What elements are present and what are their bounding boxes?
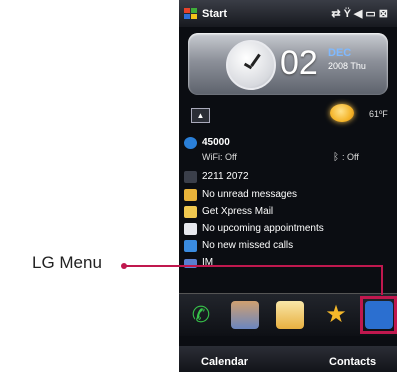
list-item[interactable]: 2211 2072 bbox=[179, 170, 397, 186]
list-item[interactable]: No upcoming appointments bbox=[179, 222, 397, 238]
start-label[interactable]: Start bbox=[202, 8, 227, 20]
list-item[interactable]: WiFi: Off ᛒ : Off bbox=[179, 151, 397, 167]
message-icon bbox=[184, 189, 197, 201]
phone-icon[interactable]: ✆ bbox=[187, 301, 215, 329]
clock-month: DEC bbox=[328, 47, 352, 59]
bluetooth-label: : Off bbox=[342, 152, 359, 162]
close-icon[interactable]: ⊠ bbox=[379, 8, 391, 20]
callout-line-vertical bbox=[381, 265, 383, 295]
collapse-button[interactable]: ▲ bbox=[191, 108, 210, 123]
list-item[interactable]: Get Xpress Mail bbox=[179, 205, 397, 221]
sun-icon[interactable] bbox=[330, 104, 354, 122]
callout-label: LG Menu bbox=[32, 253, 102, 272]
list-item[interactable]: IM bbox=[179, 256, 397, 272]
xpress-mail-label: Get Xpress Mail bbox=[202, 206, 274, 217]
xpress-mail-icon bbox=[184, 206, 197, 218]
phone-number: 2211 2072 bbox=[202, 171, 249, 182]
clock-year-day: 2008 Thu bbox=[328, 61, 366, 71]
analog-clock-icon bbox=[226, 40, 276, 90]
lg-menu-highlight bbox=[360, 296, 397, 334]
lg-dock-bar: ✆ ★ bbox=[179, 293, 397, 336]
sync-icon[interactable]: ⇄ bbox=[331, 8, 343, 20]
operator-label: 45000 bbox=[202, 137, 230, 148]
phone-signal-icon bbox=[184, 137, 197, 149]
list-item[interactable]: No unread messages bbox=[179, 188, 397, 204]
list-item[interactable]: No new missed calls bbox=[179, 239, 397, 255]
volume-icon[interactable]: ◀ bbox=[354, 8, 365, 20]
appointments-label: No upcoming appointments bbox=[202, 223, 324, 234]
phone-number-icon bbox=[184, 171, 197, 183]
contacts-softkey[interactable]: Contacts bbox=[329, 356, 376, 368]
clock-hour: 02 bbox=[280, 44, 318, 82]
windows-start-icon[interactable] bbox=[184, 8, 197, 19]
phone-screen: Start ⇄Ÿ◀▭⊠ 02 DEC 2008 Thu ▲ 61ºF 45000… bbox=[179, 0, 397, 372]
messages-label: No unread messages bbox=[202, 189, 298, 200]
battery-icon[interactable]: ▭ bbox=[365, 8, 378, 20]
list-item[interactable]: 45000 bbox=[179, 136, 397, 152]
status-icons: ⇄Ÿ◀▭⊠ bbox=[331, 7, 391, 20]
temperature: 61ºF bbox=[369, 109, 388, 119]
missed-call-icon bbox=[184, 240, 197, 252]
bluetooth-icon: ᛒ bbox=[333, 152, 339, 163]
softkey-bar: Calendar Contacts bbox=[179, 346, 397, 372]
wifi-label: WiFi: Off bbox=[202, 152, 237, 162]
signal-icon[interactable]: Ÿ bbox=[344, 8, 354, 20]
missed-calls-label: No new missed calls bbox=[202, 240, 294, 251]
callout-line bbox=[126, 265, 383, 267]
calendar-icon bbox=[184, 223, 197, 235]
status-bar[interactable]: Start ⇄Ÿ◀▭⊠ bbox=[179, 0, 397, 27]
mail-icon[interactable] bbox=[276, 301, 304, 329]
contacts-icon[interactable] bbox=[231, 301, 259, 329]
favorites-icon[interactable]: ★ bbox=[322, 301, 350, 329]
clock-widget[interactable]: 02 DEC 2008 Thu bbox=[188, 33, 388, 95]
calendar-softkey[interactable]: Calendar bbox=[201, 356, 248, 368]
